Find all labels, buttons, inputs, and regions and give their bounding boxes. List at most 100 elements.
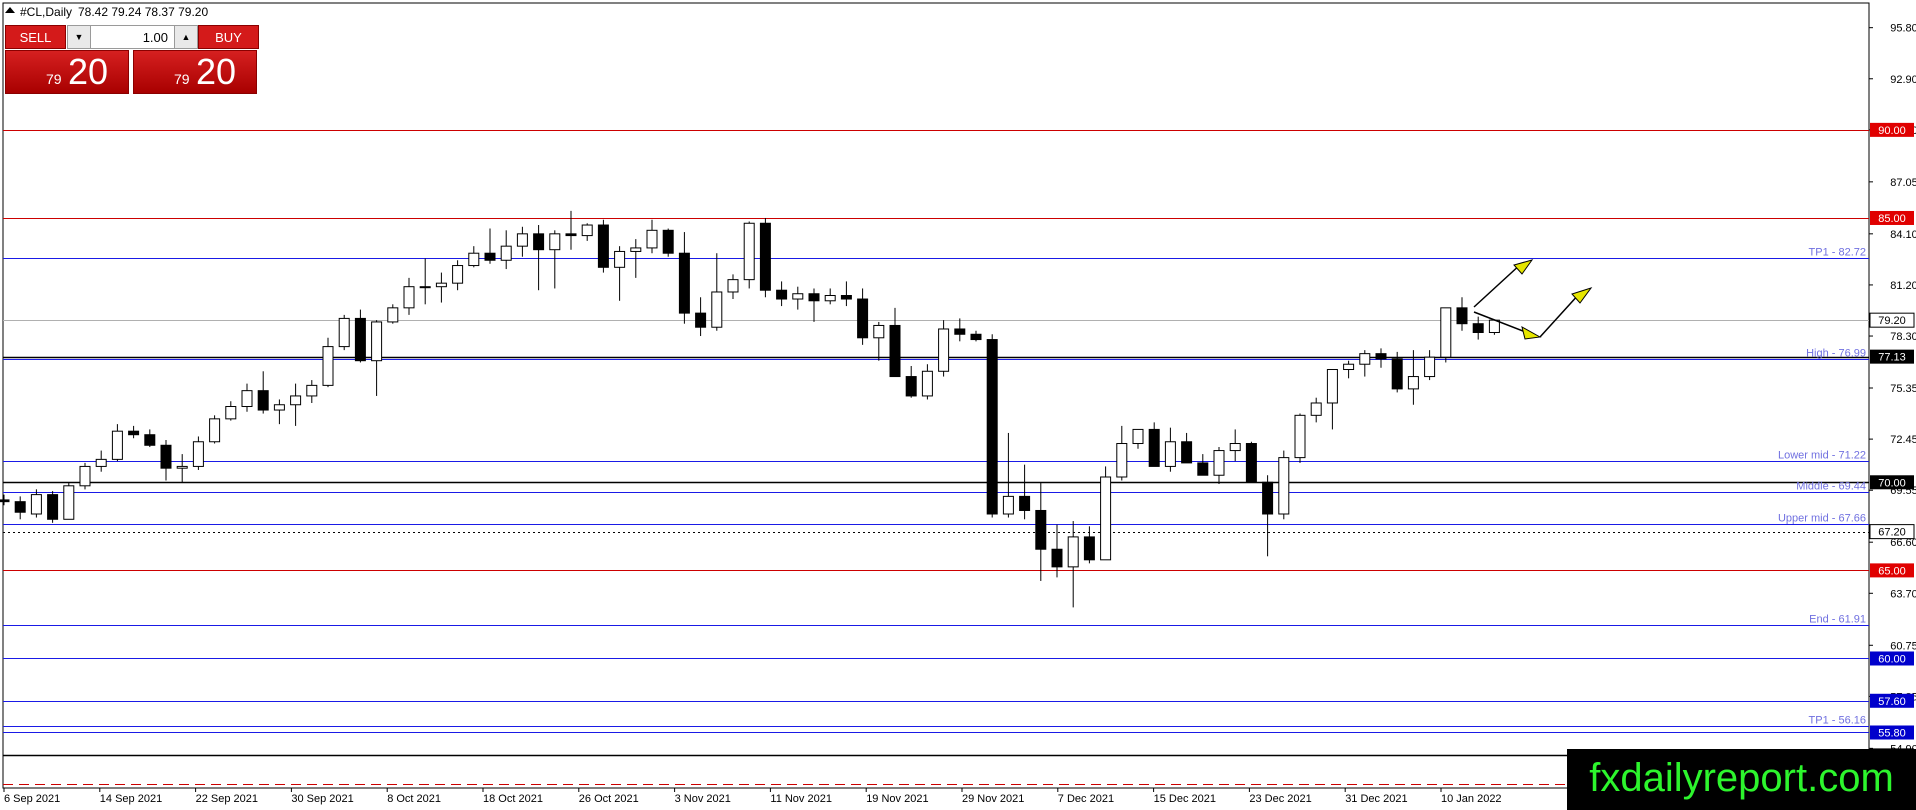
candle-body-up [1213, 450, 1225, 476]
candle-body-up [273, 404, 285, 411]
candle-body-up [209, 418, 221, 443]
candle-body-up [646, 229, 658, 249]
candle-body-down [986, 339, 998, 515]
candle-body-up [435, 282, 447, 288]
candle-body-down [160, 444, 172, 469]
candle [47, 491, 59, 523]
candle-body-down [905, 376, 917, 397]
candle-body-up [1229, 443, 1241, 452]
candle-body-down [954, 328, 966, 335]
x-tick-label: 29 Nov 2021 [962, 793, 1024, 805]
level-label: Middle - 69.44 [1796, 481, 1866, 493]
sell-button[interactable]: SELL [5, 25, 66, 49]
candle-body-down [889, 324, 901, 378]
candle-body-down [808, 293, 820, 302]
y-tick-label: 87.05 [1890, 177, 1916, 189]
candle-body-up [1407, 376, 1419, 390]
candle-body-up [873, 324, 885, 339]
candle-body-down [597, 224, 609, 268]
candle [1245, 441, 1257, 483]
candle-body-down [47, 494, 59, 520]
candle-body-down [857, 298, 869, 339]
candle-body-up [403, 286, 415, 309]
candle-body-up [711, 291, 723, 328]
candle-body-up [225, 406, 237, 420]
y-tick-label: 75.35 [1890, 383, 1916, 395]
candle-body-down [1083, 536, 1095, 561]
x-tick-label: 6 Sep 2021 [4, 793, 60, 805]
candle [986, 334, 998, 518]
level-label: TP1 - 82.72 [1809, 247, 1866, 259]
level-price-tag-label: 55.80 [1878, 727, 1906, 739]
candle-body-up [111, 430, 123, 460]
candle [1294, 413, 1306, 463]
quantity-input[interactable] [92, 26, 172, 48]
candle-body-down [565, 233, 577, 237]
level-price-tag-label: 79.20 [1878, 315, 1906, 327]
candle-body-up [743, 222, 755, 281]
candle-body-up [192, 441, 204, 467]
level-price-tag-label: 77.13 [1878, 352, 1906, 364]
level-label: TP1 - 56.16 [1809, 715, 1866, 727]
candle-body-up [1116, 443, 1128, 478]
x-tick-label: 15 Dec 2021 [1154, 793, 1216, 805]
candle-body-down [144, 434, 156, 446]
y-tick-label: 81.20 [1890, 280, 1916, 292]
sell-price-button[interactable]: 79 20 [5, 50, 129, 94]
candle [938, 320, 950, 377]
candle-body-up [387, 307, 399, 323]
candle-body-up [371, 321, 383, 362]
level-label: Upper mid - 67.66 [1778, 513, 1866, 525]
candle-body-up [1424, 356, 1436, 378]
candle-body-down [128, 430, 140, 436]
candle-body-up [549, 233, 561, 251]
sell-price-pips: 20 [68, 51, 109, 92]
candle [759, 217, 771, 298]
candle-body-up [95, 458, 107, 467]
candle-body-up [63, 485, 75, 520]
candle-body-down [1375, 353, 1387, 360]
y-tick-label: 63.70 [1890, 588, 1916, 600]
price-chart[interactable]: TP1 - 82.72 High - 76.99 Lower mid - 71.22… [0, 0, 1916, 810]
buy-button[interactable]: BUY [198, 25, 259, 49]
candle-body-up [306, 384, 318, 397]
candle-body-down [1035, 509, 1047, 550]
candle-body-down [14, 501, 26, 513]
candle-body-down [1197, 462, 1209, 476]
level-price-tag-label: 85.00 [1878, 213, 1906, 225]
candle-body-up [1440, 307, 1452, 358]
candle-body-down [776, 289, 788, 300]
time-axis: 6 Sep 2021 14 Sep 2021 22 Sep 2021 30 Sep 2… [3, 788, 1502, 805]
candle-body-up [1067, 536, 1079, 568]
candle-body-up [452, 265, 464, 284]
candle [662, 228, 674, 257]
plot-frame [2, 2, 1870, 789]
chart-title: #CL,Daily [20, 5, 72, 19]
candle-body-up [921, 370, 933, 397]
level-label: Lower mid - 71.22 [1778, 450, 1866, 462]
candle-body-up [1164, 441, 1176, 467]
candle-body-up [176, 465, 188, 469]
candle-body-up [290, 395, 302, 406]
candle-body-up [322, 346, 334, 386]
candle-body-down [0, 499, 10, 503]
candle-body-up [516, 233, 528, 247]
candle-body-up [938, 328, 950, 372]
candle-body-up [241, 390, 253, 408]
sell-price-integer: 79 [46, 71, 62, 87]
chart-ohlc: 78.42 79.24 78.37 79.20 [78, 5, 208, 19]
quantity-down-icon[interactable]: ▼ [68, 26, 91, 48]
candle-body-up [1310, 402, 1322, 416]
x-tick-label: 7 Dec 2021 [1058, 793, 1114, 805]
x-tick-label: 22 Sep 2021 [196, 793, 258, 805]
y-tick-label: 78.30 [1890, 331, 1916, 343]
quantity-up-icon[interactable]: ▲ [174, 26, 197, 48]
x-tick-label: 3 Nov 2021 [675, 793, 731, 805]
buy-price-button[interactable]: 79 20 [133, 50, 257, 94]
candle-body-up [500, 245, 512, 261]
candle [79, 462, 91, 490]
candle [597, 219, 609, 273]
candle-body-down [1051, 548, 1063, 568]
candle [1100, 466, 1112, 561]
candle-body-down [1019, 495, 1031, 511]
